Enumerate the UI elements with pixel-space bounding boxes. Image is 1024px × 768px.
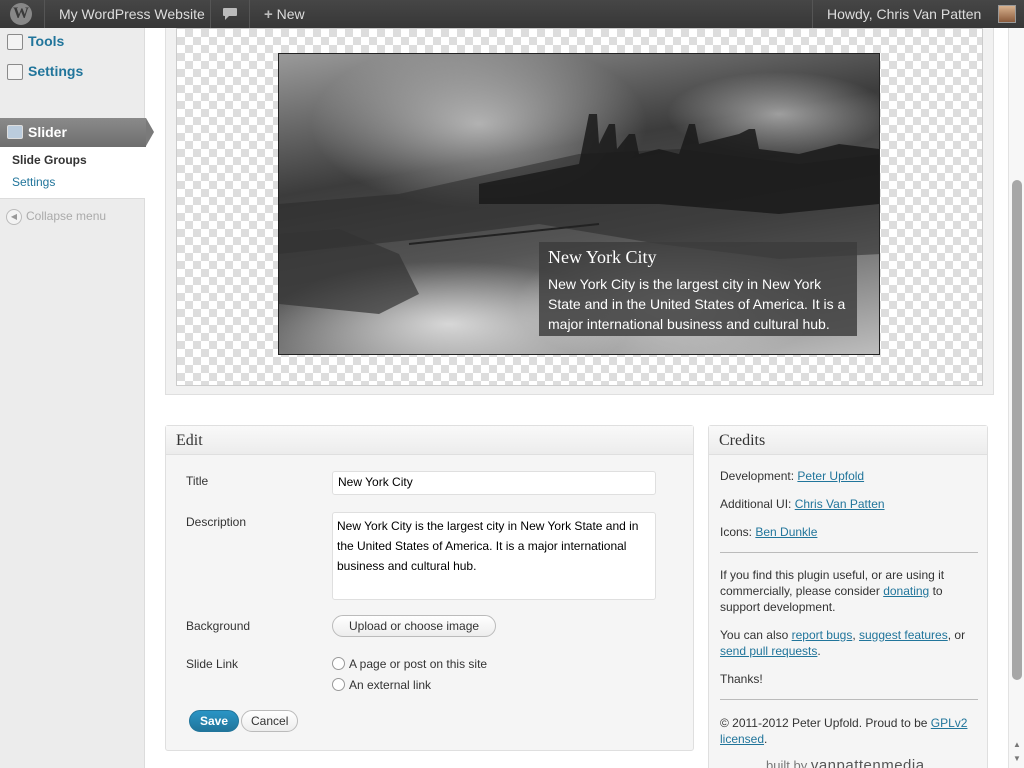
link-option-page-label: A page or post on this site bbox=[349, 657, 488, 671]
credit-development: Development: Peter Upfold bbox=[720, 468, 864, 484]
or-text: , or bbox=[947, 628, 966, 642]
copyright-label: © 2011-2012 Peter Upfold. Proud to be bbox=[720, 716, 928, 730]
credit-link-ben-dunkle[interactable]: Ben Dunkle bbox=[755, 525, 817, 539]
submenu-item-settings[interactable]: Settings bbox=[12, 175, 55, 189]
edit-panel: Edit Title New York City Description New… bbox=[165, 425, 694, 751]
pull-requests-link[interactable]: send pull requests bbox=[720, 644, 817, 658]
menu-item-settings[interactable]: Settings bbox=[0, 58, 145, 86]
comment-bubble-icon bbox=[223, 8, 237, 20]
slide-caption[interactable]: New York City New York City is the large… bbox=[539, 242, 857, 336]
title-input[interactable]: New York City bbox=[332, 471, 656, 495]
divider bbox=[210, 0, 211, 28]
menu-item-slider[interactable]: Slider bbox=[0, 118, 154, 147]
howdy-user-link[interactable]: Howdy, Chris Van Patten bbox=[827, 0, 981, 28]
scroll-down-arrow-icon[interactable]: ▼ bbox=[1012, 754, 1022, 764]
divider bbox=[720, 552, 978, 553]
collapse-arrow-icon: ◀ bbox=[6, 209, 22, 225]
cancel-button[interactable]: Cancel bbox=[241, 710, 299, 732]
link-option-external-label: An external link bbox=[349, 678, 432, 692]
slide-link-label: Slide Link bbox=[186, 657, 239, 671]
contribute-text: You can also bbox=[720, 628, 789, 642]
credits-panel-heading: Credits bbox=[709, 426, 987, 455]
credit-label: Development: bbox=[720, 469, 795, 483]
credit-additional-ui: Additional UI: Chris Van Patten bbox=[720, 496, 885, 512]
divider bbox=[44, 0, 45, 28]
divider bbox=[720, 699, 978, 700]
upload-image-button[interactable]: Upload or choose image bbox=[332, 615, 497, 637]
background-label: Background bbox=[186, 619, 251, 633]
menu-item-tools[interactable]: Tools bbox=[0, 28, 145, 56]
settings-icon bbox=[7, 64, 23, 80]
tools-icon bbox=[7, 34, 23, 50]
scroll-up-arrow-icon[interactable]: ▲ bbox=[1012, 740, 1022, 750]
credit-link-chris-van-patten[interactable]: Chris Van Patten bbox=[795, 497, 885, 511]
suggest-features-link[interactable]: suggest features bbox=[859, 628, 948, 642]
slide-caption-title: New York City bbox=[548, 247, 657, 267]
link-option-page[interactable]: A page or post on this site bbox=[332, 657, 487, 671]
credit-icons: Icons: Ben Dunkle bbox=[720, 524, 817, 540]
support-paragraph: If you find this plugin useful, or are u… bbox=[720, 567, 978, 615]
save-button[interactable]: Save bbox=[189, 710, 240, 732]
title-label: Title bbox=[186, 474, 209, 488]
built-by-label: built by bbox=[766, 758, 808, 768]
description-label: Description bbox=[186, 515, 247, 529]
scrollbar-thumb[interactable] bbox=[1012, 180, 1022, 680]
page-scrollbar[interactable]: ▲ ▼ bbox=[1008, 28, 1024, 768]
thanks-text: Thanks! bbox=[720, 672, 763, 686]
new-label: New bbox=[276, 6, 305, 22]
description-textarea[interactable]: New York City is the largest city in New… bbox=[332, 512, 656, 600]
menu-item-label: Tools bbox=[28, 33, 65, 49]
slider-submenu: Slide Groups Settings bbox=[0, 147, 145, 199]
divider bbox=[812, 0, 813, 28]
new-content-button[interactable]: + New bbox=[264, 0, 305, 28]
menu-item-label: Slider bbox=[28, 124, 67, 140]
divider bbox=[249, 0, 250, 28]
credit-label: Icons: bbox=[720, 525, 753, 539]
slide-caption-description: New York City is the largest city in New… bbox=[548, 276, 846, 332]
wordpress-logo-icon[interactable]: W bbox=[10, 3, 32, 25]
report-bugs-link[interactable]: report bugs bbox=[792, 628, 853, 642]
avatar[interactable] bbox=[998, 5, 1016, 23]
collapse-menu-button[interactable]: ◀ Collapse menu bbox=[6, 209, 106, 225]
donating-link[interactable]: donating bbox=[883, 584, 929, 598]
comments-link[interactable] bbox=[222, 0, 238, 28]
edit-panel-heading: Edit bbox=[166, 426, 693, 455]
built-by-brand: vanpattenmedia bbox=[810, 757, 925, 768]
built-by-logo[interactable]: built by vanpattenmedia bbox=[766, 757, 925, 768]
link-option-external[interactable]: An external link bbox=[332, 678, 431, 692]
admin-bar: W My WordPress Website + New Howdy, Chri… bbox=[0, 0, 1024, 28]
menu-item-label: Settings bbox=[28, 63, 84, 79]
admin-menu: Tools Settings Slider Slide Groups Setti… bbox=[0, 28, 154, 768]
credit-label: Additional UI: bbox=[720, 497, 792, 511]
credit-link-peter-upfold[interactable]: Peter Upfold bbox=[797, 469, 864, 483]
contribute-paragraph: You can also report bugs, suggest featur… bbox=[720, 628, 966, 658]
credits-panel: Credits Development: Peter Upfold Additi… bbox=[708, 425, 988, 768]
site-name-link[interactable]: My WordPress Website bbox=[59, 0, 205, 28]
plus-icon: + bbox=[264, 6, 273, 23]
radio-button[interactable] bbox=[332, 678, 345, 691]
radio-button[interactable] bbox=[332, 657, 345, 670]
collapse-menu-label: Collapse menu bbox=[26, 209, 107, 224]
submenu-item-slide-groups[interactable]: Slide Groups bbox=[12, 153, 87, 167]
slider-icon bbox=[7, 125, 23, 139]
copyright-text: © 2011-2012 Peter Upfold. Proud to be GP… bbox=[720, 716, 968, 746]
